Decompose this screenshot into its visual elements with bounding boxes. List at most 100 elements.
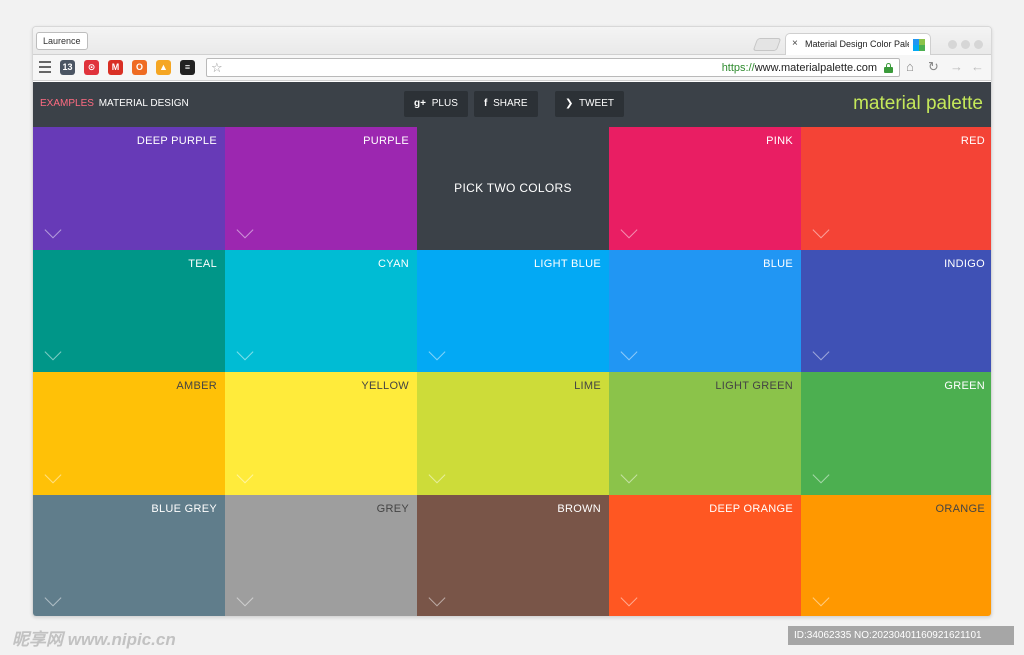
color-swatch-purple[interactable]: PURPLE (225, 127, 417, 250)
color-swatch-red[interactable]: RED (801, 127, 991, 250)
profile-button[interactable]: Laurence (36, 32, 88, 50)
chevron-down-icon[interactable] (812, 221, 830, 239)
plus-label: PLUS (431, 98, 458, 109)
brand-logo: material palette (853, 93, 983, 114)
browser-toolbar: 13 ⊙ M O ▲ ≡ ☆ https://www.materialpalette.co… (33, 55, 991, 81)
chevron-down-icon[interactable] (44, 466, 62, 484)
app-header: EXAMPLES MATERIAL DESIGN g+ PLUS f SHARE… (33, 82, 991, 127)
color-swatch-lime[interactable]: LIME (417, 372, 609, 495)
swatch-label: AMBER (176, 380, 217, 392)
color-swatch-blue[interactable]: BLUE (609, 250, 801, 372)
chevron-down-icon[interactable] (44, 221, 62, 239)
swatch-label: INDIGO (944, 258, 985, 270)
back-icon[interactable]: ← (971, 59, 984, 75)
menu-icon[interactable] (39, 61, 51, 73)
tweet-label: TWEET (579, 98, 614, 109)
chevron-down-icon[interactable] (44, 589, 62, 607)
home-icon[interactable]: ⌂ (906, 59, 914, 75)
chevron-down-icon[interactable] (44, 343, 62, 361)
swatch-label: DEEP ORANGE (709, 503, 793, 515)
color-swatch-orange[interactable]: ORANGE (801, 495, 991, 616)
minimize-icon[interactable] (948, 40, 957, 49)
swatch-label: RED (960, 135, 985, 147)
reload-icon[interactable]: ↻ (928, 59, 939, 75)
color-swatch-indigo[interactable]: INDIGO (801, 250, 991, 372)
chevron-down-icon[interactable] (428, 466, 446, 484)
tab-strip: Laurence × Material Design Color Pale (33, 27, 991, 55)
bookmark-star-icon[interactable]: ☆ (211, 59, 223, 76)
swatch-label: LIME (574, 380, 601, 392)
chevron-down-icon[interactable] (428, 343, 446, 361)
opera-icon[interactable]: O (132, 60, 147, 75)
facebook-icon: f (484, 98, 488, 109)
chevron-down-icon[interactable] (620, 466, 638, 484)
swatch-label: BLUE GREY (151, 503, 217, 515)
color-swatch-green[interactable]: GREEN (801, 372, 991, 495)
url-scheme: https:// (721, 62, 755, 74)
color-swatch-blue-grey[interactable]: BLUE GREY (33, 495, 225, 616)
favicon-icon (913, 39, 925, 51)
chevron-down-icon[interactable] (620, 221, 638, 239)
color-swatch-deep-orange[interactable]: DEEP ORANGE (609, 495, 801, 616)
lock-icon (884, 63, 893, 73)
swatch-label: YELLOW (361, 380, 409, 392)
color-swatch-amber[interactable]: AMBER (33, 372, 225, 495)
forward-icon[interactable]: → (950, 59, 963, 75)
color-swatch-light-blue[interactable]: LIGHT BLUE (417, 250, 609, 372)
pocket-icon[interactable]: ⊙ (84, 60, 99, 75)
color-swatch-yellow[interactable]: YELLOW (225, 372, 417, 495)
examples-link[interactable]: EXAMPLES (40, 98, 94, 109)
browser-tab[interactable]: × Material Design Color Pale (785, 33, 931, 55)
swatch-label: BLUE (763, 258, 793, 270)
color-swatch-pink[interactable]: PINK (609, 127, 801, 250)
new-tab-button[interactable] (752, 38, 782, 51)
photos-icon[interactable]: ▲ (156, 60, 171, 75)
tab-close-icon[interactable]: × (792, 38, 798, 49)
tab-count-icon[interactable]: 13 (60, 60, 75, 75)
chevron-down-icon[interactable] (236, 589, 254, 607)
swatch-label: TEAL (188, 258, 217, 270)
color-swatch-deep-purple[interactable]: DEEP PURPLE (33, 127, 225, 250)
browser-window: Laurence × Material Design Color Pale 13… (32, 26, 992, 617)
pick-two-colors-label: PICK TWO COLORS (454, 181, 572, 195)
chevron-down-icon[interactable] (236, 343, 254, 361)
chevron-down-icon[interactable] (812, 589, 830, 607)
chevron-down-icon[interactable] (620, 589, 638, 607)
color-swatch-brown[interactable]: BROWN (417, 495, 609, 616)
swatch-label: DEEP PURPLE (136, 135, 217, 147)
swatch-label: CYAN (378, 258, 409, 270)
color-swatch-grey[interactable]: GREY (225, 495, 417, 616)
close-window-icon[interactable] (974, 40, 983, 49)
maximize-icon[interactable] (961, 40, 970, 49)
chevron-down-icon[interactable] (620, 343, 638, 361)
swatch-label: PURPLE (363, 135, 409, 147)
plus-button[interactable]: g+ PLUS (404, 91, 468, 117)
chevron-down-icon[interactable] (428, 589, 446, 607)
twitter-icon: ❯ (565, 98, 574, 109)
window-controls (944, 36, 983, 54)
chevron-down-icon[interactable] (812, 343, 830, 361)
share-button[interactable]: f SHARE (474, 91, 538, 117)
color-grid: DEEP PURPLE PURPLE PICK TWO COLORS PINK RED T… (33, 127, 991, 616)
url-text: https://www.materialpalette.com (722, 62, 877, 74)
color-swatch-light-green[interactable]: LIGHT GREEN (609, 372, 801, 495)
chevron-down-icon[interactable] (236, 466, 254, 484)
buffer-icon[interactable]: ≡ (180, 60, 195, 75)
pick-two-colors-panel: PICK TWO COLORS (417, 127, 609, 250)
chevron-down-icon[interactable] (812, 466, 830, 484)
swatch-label: GREY (376, 503, 409, 515)
swatch-label: GREEN (944, 380, 985, 392)
swatch-label: BROWN (557, 503, 601, 515)
color-swatch-cyan[interactable]: CYAN (225, 250, 417, 372)
address-bar[interactable]: ☆ https://www.materialpalette.com (206, 58, 900, 77)
material-design-link[interactable]: MATERIAL DESIGN (99, 98, 189, 109)
gmail-icon[interactable]: M (108, 60, 123, 75)
watermark-left: 昵享网 www.nipic.cn (12, 630, 176, 649)
chevron-down-icon[interactable] (236, 221, 254, 239)
swatch-label: ORANGE (935, 503, 985, 515)
color-swatch-teal[interactable]: TEAL (33, 250, 225, 372)
header-nav: EXAMPLES MATERIAL DESIGN (40, 98, 189, 109)
share-label: SHARE (493, 98, 528, 109)
tweet-button[interactable]: ❯ TWEET (555, 91, 624, 117)
watermark-right: ID:34062335 NO:20230401160921621101 (788, 626, 1014, 645)
